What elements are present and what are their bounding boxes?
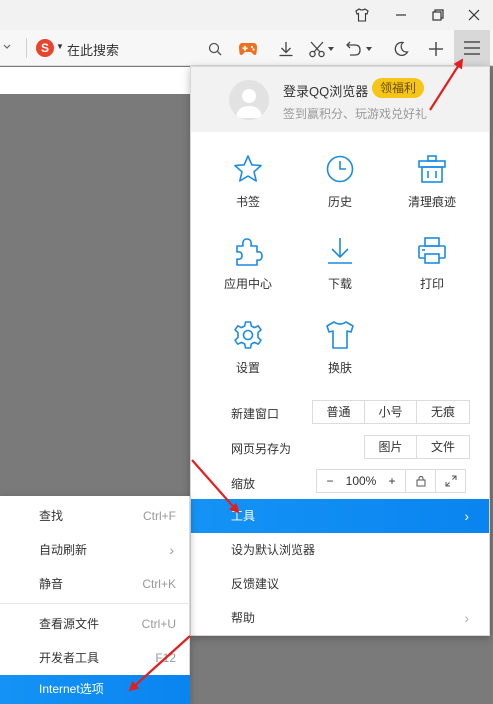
moon-icon[interactable] bbox=[390, 38, 412, 60]
welfare-badge[interactable]: 领福利 bbox=[372, 78, 425, 98]
menu-item-set-default[interactable]: 设为默认浏览器 bbox=[191, 533, 489, 567]
menu-item-label: 设为默认浏览器 bbox=[231, 543, 316, 557]
new-window-normal-button[interactable]: 普通 bbox=[313, 401, 365, 423]
submenu-item-view-source[interactable]: 查看源文件 Ctrl+U bbox=[0, 607, 190, 641]
close-icon[interactable] bbox=[463, 5, 485, 25]
submenu-item-label: 自动刷新 bbox=[39, 543, 88, 557]
toolbar-divider bbox=[26, 38, 27, 58]
grid-label: 清理痕迹 bbox=[407, 195, 456, 209]
toolbar: S ▼ 在此搜索 bbox=[0, 30, 493, 66]
save-as-options: 图片 文件 bbox=[364, 435, 470, 459]
zoom-out-button[interactable]: − bbox=[317, 474, 343, 488]
shortcut-text: Ctrl+K bbox=[142, 577, 176, 591]
submenu-item-label: 开发者工具 bbox=[39, 651, 100, 665]
download-icon[interactable] bbox=[275, 38, 297, 60]
zoom-stepper: − 100% + bbox=[316, 469, 466, 493]
save-as-label: 网页另存为 bbox=[231, 442, 292, 456]
new-window-label: 新建窗口 bbox=[231, 407, 280, 421]
menu-item-help[interactable]: 帮助 › bbox=[191, 601, 489, 635]
fullscreen-icon[interactable] bbox=[435, 470, 465, 492]
chevron-down-icon[interactable] bbox=[2, 41, 12, 55]
shortcut-text: Ctrl+U bbox=[141, 617, 176, 631]
minimize-icon[interactable] bbox=[390, 5, 412, 25]
lock-icon[interactable] bbox=[405, 470, 435, 492]
avatar[interactable] bbox=[229, 80, 269, 120]
search-icon[interactable] bbox=[204, 38, 226, 60]
submenu-item-mute[interactable]: 静音 Ctrl+K bbox=[0, 567, 190, 601]
grid-item-download[interactable]: 下载 bbox=[300, 235, 380, 305]
submenu-item-dev-tools[interactable]: 开发者工具 F12 bbox=[0, 641, 190, 675]
menu-item-feedback[interactable]: 反馈建议 bbox=[191, 567, 489, 601]
main-menu-button[interactable] bbox=[454, 30, 490, 66]
save-as-image-button[interactable]: 图片 bbox=[365, 436, 417, 458]
menu-item-label: 工具 bbox=[231, 509, 256, 523]
undo-icon[interactable] bbox=[342, 38, 364, 60]
download-icon bbox=[328, 238, 352, 264]
hamburger-icon bbox=[464, 41, 480, 55]
submenu-item-find[interactable]: 查找 Ctrl+F bbox=[0, 499, 190, 533]
star-icon bbox=[234, 155, 262, 182]
login-title[interactable]: 登录QQ浏览器 bbox=[283, 81, 368, 100]
printer-icon bbox=[418, 237, 446, 264]
grid-item-print[interactable]: 打印 bbox=[392, 235, 472, 305]
menu-item-label: 帮助 bbox=[231, 611, 256, 625]
undo-dropdown-icon[interactable] bbox=[364, 38, 374, 60]
submenu-item-internet-options[interactable]: Internet选项 bbox=[0, 675, 190, 704]
sogou-search-logo-icon[interactable]: S bbox=[36, 39, 54, 57]
grid-item-bookmarks[interactable]: 书签 bbox=[208, 153, 288, 223]
scissors-icon[interactable] bbox=[306, 38, 328, 60]
trash-icon bbox=[418, 155, 446, 183]
grid-label: 设置 bbox=[235, 361, 260, 375]
grid-label: 历史 bbox=[327, 195, 352, 209]
puzzle-icon bbox=[236, 238, 263, 266]
grid-item-skin[interactable]: 换肤 bbox=[300, 319, 380, 389]
clock-icon bbox=[326, 155, 354, 183]
zoom-controls: − 100% + bbox=[316, 469, 466, 493]
gear-icon bbox=[234, 321, 262, 349]
grid-label: 打印 bbox=[419, 277, 444, 291]
tshirt-icon bbox=[326, 321, 354, 349]
search-input[interactable]: 在此搜索 bbox=[67, 40, 119, 59]
main-menu-panel: 登录QQ浏览器 领福利 签到赢积分、玩游戏兑好礼 书签 历史 清理痕迹 应用中心… bbox=[190, 66, 490, 636]
grid-label: 书签 bbox=[235, 195, 260, 209]
chevron-right-icon: › bbox=[464, 508, 469, 524]
submenu-item-label: Internet选项 bbox=[39, 682, 104, 696]
search-engine-dropdown-icon[interactable]: ▼ bbox=[56, 42, 64, 51]
new-window-options: 普通 小号 无痕 bbox=[312, 400, 470, 424]
shortcut-text: F12 bbox=[155, 651, 176, 665]
game-controller-icon[interactable] bbox=[237, 38, 259, 60]
zoom-label: 缩放 bbox=[231, 477, 256, 491]
tools-submenu: 查找 Ctrl+F 自动刷新 › 静音 Ctrl+K 查看源文件 Ctrl+U … bbox=[0, 496, 190, 704]
new-window-incognito-button[interactable]: 无痕 bbox=[417, 401, 469, 423]
grid-item-history[interactable]: 历史 bbox=[300, 153, 380, 223]
login-section[interactable]: 登录QQ浏览器 领福利 签到赢积分、玩游戏兑好礼 bbox=[191, 67, 489, 132]
login-subtitle: 签到赢积分、玩游戏兑好礼 bbox=[283, 107, 428, 121]
submenu-item-label: 静音 bbox=[39, 577, 64, 591]
shortcut-text: Ctrl+F bbox=[143, 509, 176, 523]
skin-shirt-icon[interactable] bbox=[351, 5, 373, 25]
save-as-file-button[interactable]: 文件 bbox=[417, 436, 469, 458]
submenu-item-label: 查看源文件 bbox=[39, 617, 100, 631]
grid-label: 应用中心 bbox=[223, 277, 272, 291]
title-bar bbox=[0, 0, 493, 30]
new-tab-plus-icon[interactable] bbox=[425, 38, 447, 60]
zoom-value: 100% bbox=[345, 474, 377, 488]
submenu-item-auto-refresh[interactable]: 自动刷新 › bbox=[0, 533, 190, 567]
page-content-strip bbox=[0, 67, 190, 94]
grid-item-app-center[interactable]: 应用中心 bbox=[208, 235, 288, 305]
chevron-right-icon: › bbox=[464, 610, 469, 626]
restore-icon[interactable] bbox=[427, 5, 449, 25]
grid-item-settings[interactable]: 设置 bbox=[208, 319, 288, 389]
grid-label: 换肤 bbox=[327, 361, 352, 375]
grid-label: 下载 bbox=[327, 277, 352, 291]
new-window-small-button[interactable]: 小号 bbox=[365, 401, 417, 423]
submenu-divider bbox=[0, 603, 190, 604]
scissors-dropdown-icon[interactable] bbox=[326, 38, 336, 60]
menu-item-label: 反馈建议 bbox=[231, 577, 280, 591]
menu-item-tools[interactable]: 工具 › bbox=[191, 499, 489, 533]
chevron-right-icon: › bbox=[169, 542, 174, 558]
submenu-item-label: 查找 bbox=[39, 509, 64, 523]
zoom-in-button[interactable]: + bbox=[379, 474, 405, 488]
grid-item-clear-traces[interactable]: 清理痕迹 bbox=[392, 153, 472, 223]
